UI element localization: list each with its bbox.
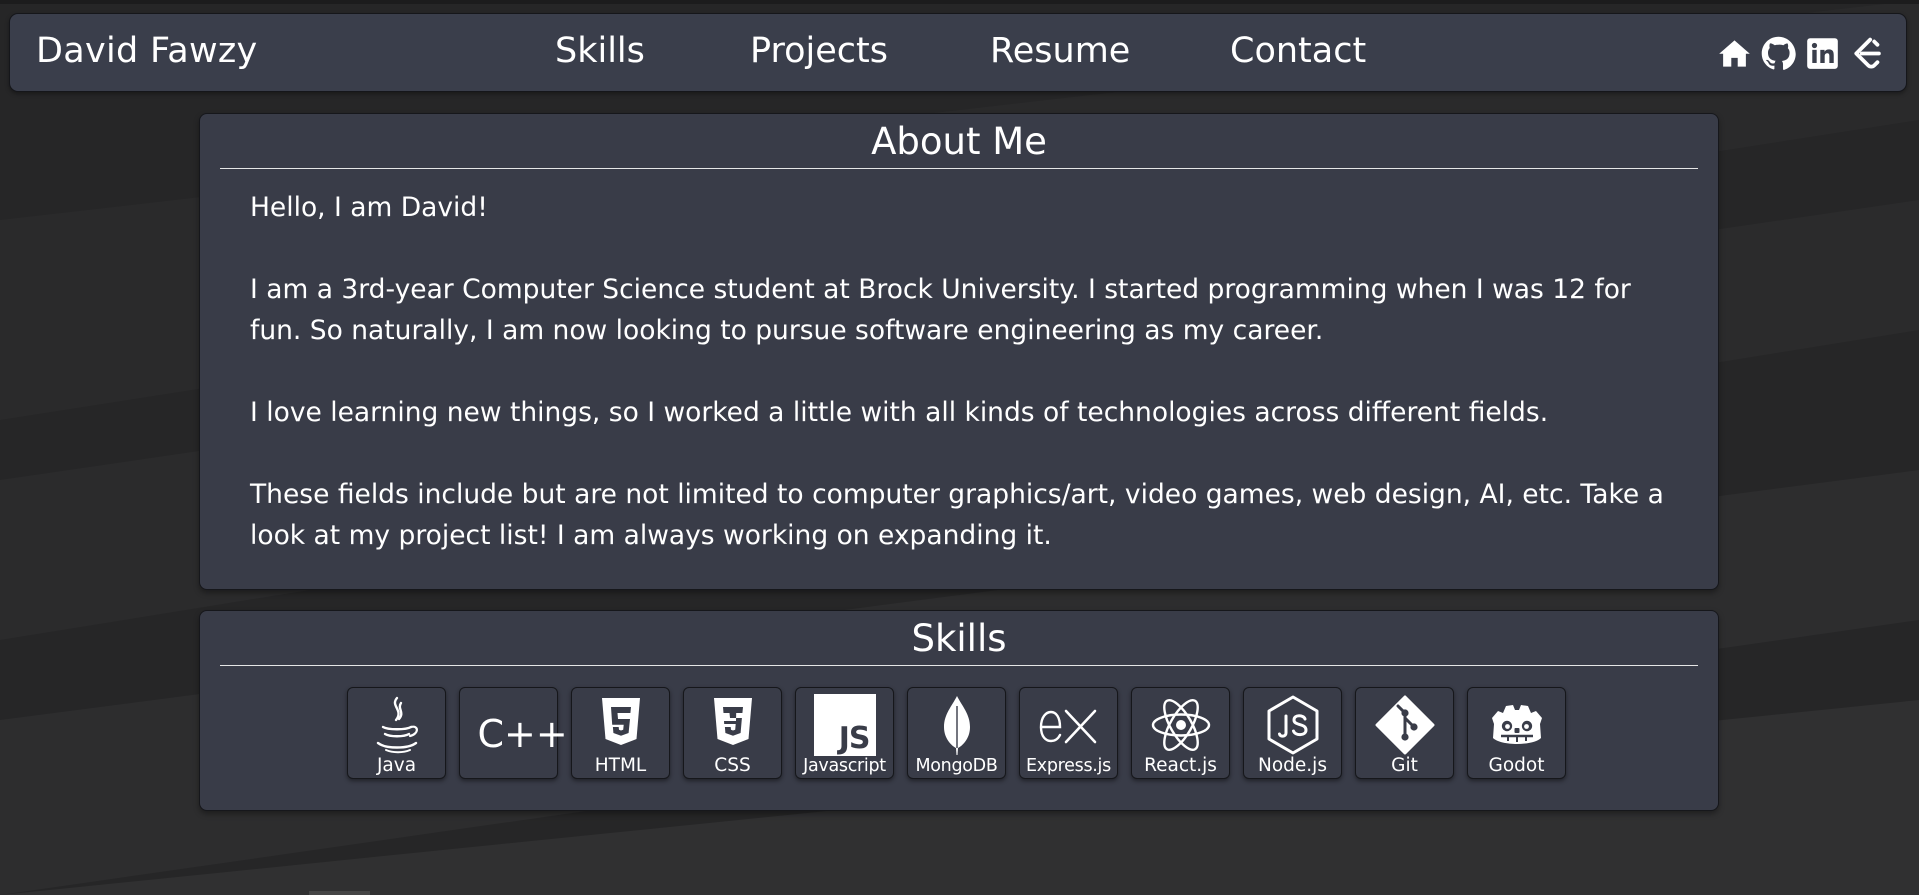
skill-label: HTML (594, 755, 647, 776)
javascript-icon: JS (813, 694, 876, 756)
skill-label: Git (1391, 755, 1418, 776)
nav-link-projects[interactable]: Projects (750, 31, 888, 71)
skill-godot[interactable]: Godot (1467, 687, 1566, 779)
skills-title: Skills (911, 617, 1007, 660)
git-icon (1374, 694, 1436, 756)
linkedin-icon[interactable] (1805, 36, 1840, 71)
skill-express[interactable]: Express.js (1019, 687, 1118, 779)
godot-icon (1486, 694, 1548, 756)
skill-mongodb[interactable]: MongoDB (907, 687, 1006, 779)
nav-link-contact[interactable]: Contact (1230, 31, 1366, 71)
skill-label: Express.js (1026, 756, 1111, 776)
skill-java[interactable]: Java (347, 687, 446, 779)
about-text: Hello, I am David! I am a 3rd-year Compu… (250, 187, 1680, 556)
express-icon (1038, 694, 1100, 756)
skill-label: Javascript (803, 756, 886, 776)
cplusplus-icon: C++ (477, 712, 568, 756)
about-paragraph: These fields include but are not limited… (250, 479, 1664, 551)
about-paragraph: I am a 3rd-year Computer Science student… (250, 274, 1631, 346)
skills-title-divider (220, 665, 1698, 666)
skills-list: Java C++ HTML CSS JS Javascript MongoDB … (347, 687, 1566, 779)
skill-label: Godot (1488, 755, 1545, 776)
about-paragraph: I love learning new things, so I worked … (250, 397, 1549, 428)
skill-git[interactable]: Git (1355, 687, 1454, 779)
about-paragraph: Hello, I am David! (250, 192, 488, 223)
window-top-edge (0, 0, 1919, 4)
skill-label: Node.js (1258, 755, 1327, 776)
skill-label: Java (376, 755, 417, 776)
skill-label: MongoDB (915, 756, 998, 776)
skill-css[interactable]: CSS (683, 687, 782, 779)
skill-cplusplus[interactable]: C++ (459, 687, 568, 779)
about-card: About Me Hello, I am David! I am a 3rd-y… (199, 113, 1719, 590)
github-icon[interactable] (1761, 36, 1796, 71)
skill-label: React.js (1144, 755, 1217, 776)
skill-label: CSS (714, 755, 751, 776)
social-links (1717, 36, 1884, 71)
react-icon (1150, 694, 1212, 756)
nav-link-skills[interactable]: Skills (555, 31, 645, 71)
mongodb-icon (926, 694, 988, 756)
about-title-divider (220, 168, 1698, 169)
skills-card: Skills Java C++ HTML CSS JS Javascript M… (199, 610, 1719, 811)
skill-html[interactable]: HTML (571, 687, 670, 779)
html5-icon (590, 694, 652, 756)
brand-name[interactable]: David Fawzy (36, 31, 258, 71)
about-title: About Me (871, 120, 1047, 163)
skill-javascript[interactable]: JS Javascript (795, 687, 894, 779)
javascript-logo-text: JS (838, 721, 871, 756)
horizontal-scrollbar-thumb[interactable] (309, 891, 370, 895)
skill-nodejs[interactable]: Node.js (1243, 687, 1342, 779)
java-icon (366, 694, 428, 756)
leetcode-icon[interactable] (1849, 36, 1884, 71)
home-icon[interactable] (1717, 36, 1752, 71)
navbar: David Fawzy Skills Projects Resume Conta… (9, 13, 1907, 92)
cplusplus-logo-text: C++ (477, 712, 568, 756)
skill-react[interactable]: React.js (1131, 687, 1230, 779)
nav-link-resume[interactable]: Resume (990, 31, 1130, 71)
css3-icon (702, 694, 764, 756)
nodejs-icon (1262, 694, 1324, 756)
